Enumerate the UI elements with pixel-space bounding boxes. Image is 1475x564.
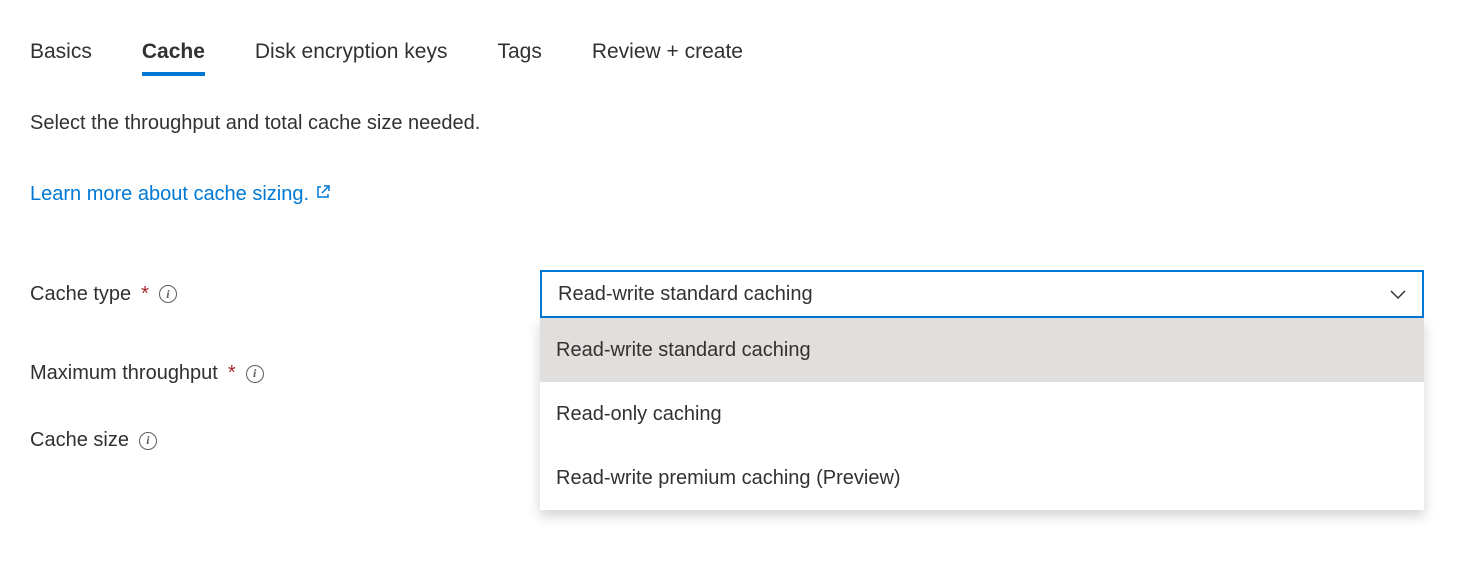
label-cache-type: Cache type * <box>30 283 540 306</box>
label-max-throughput-text: Maximum throughput <box>30 362 218 385</box>
cache-type-selected-value: Read-write standard caching <box>558 283 813 306</box>
dropdown-option[interactable]: Read-only caching <box>540 382 1424 446</box>
external-link-icon <box>315 183 331 206</box>
tab-review-create[interactable]: Review + create <box>592 40 743 76</box>
dropdown-option[interactable]: Read-write premium caching (Preview) <box>540 446 1424 510</box>
info-icon[interactable] <box>159 285 177 303</box>
tab-basics[interactable]: Basics <box>30 40 92 76</box>
learn-more-text: Learn more about cache sizing. <box>30 183 309 206</box>
dropdown-option[interactable]: Read-write standard caching <box>540 318 1424 382</box>
page-description: Select the throughput and total cache si… <box>30 112 1445 135</box>
tab-disk-encryption-keys[interactable]: Disk encryption keys <box>255 40 448 76</box>
tab-tags[interactable]: Tags <box>497 40 541 76</box>
cache-type-dropdown: Read-write standard caching Read-only ca… <box>540 318 1424 510</box>
required-asterisk: * <box>228 362 236 385</box>
chevron-down-icon <box>1390 283 1406 306</box>
learn-more-link[interactable]: Learn more about cache sizing. <box>30 183 331 206</box>
label-cache-size: Cache size <box>30 429 540 452</box>
form-row-cache-type: Cache type * Read-write standard caching… <box>30 270 1445 318</box>
tab-cache[interactable]: Cache <box>142 40 205 76</box>
required-asterisk: * <box>141 283 149 306</box>
label-cache-type-text: Cache type <box>30 283 131 306</box>
cache-type-select[interactable]: Read-write standard caching <box>540 270 1424 318</box>
cache-type-control: Read-write standard caching Read-write s… <box>540 270 1424 318</box>
tabs-bar: Basics Cache Disk encryption keys Tags R… <box>30 40 1445 76</box>
label-max-throughput: Maximum throughput * <box>30 362 540 385</box>
info-icon[interactable] <box>246 365 264 383</box>
info-icon[interactable] <box>139 432 157 450</box>
label-cache-size-text: Cache size <box>30 429 129 452</box>
